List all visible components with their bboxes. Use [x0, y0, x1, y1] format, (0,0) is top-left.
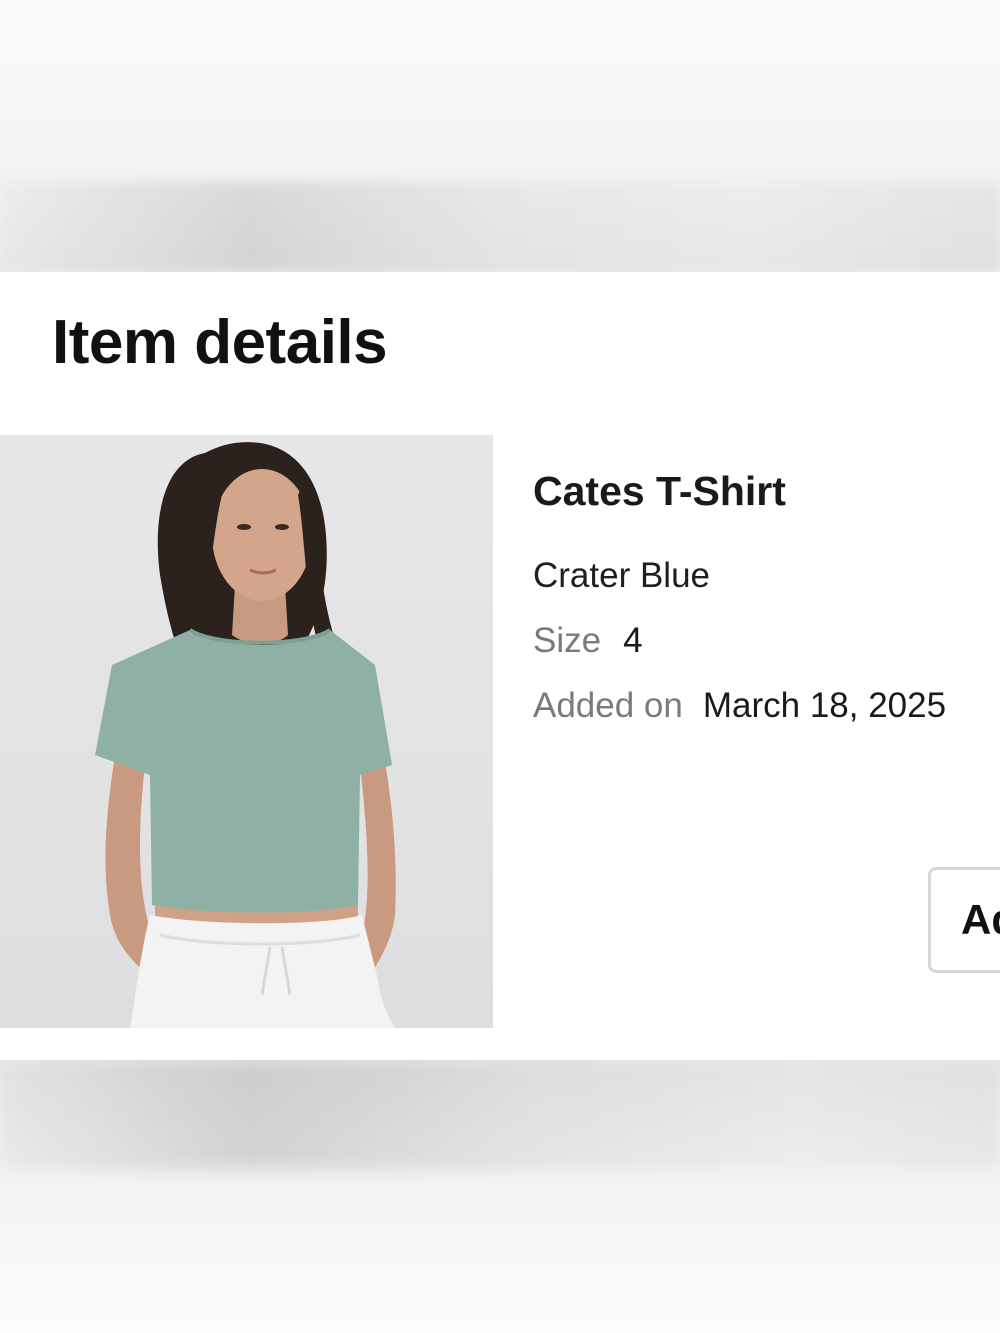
product-name[interactable]: Cates T-Shirt [533, 467, 786, 515]
product-photo-illustration [95, 442, 396, 1028]
add-button[interactable]: Ad [928, 867, 1000, 973]
blurred-backdrop-top [0, 0, 1000, 272]
size-label: Size [533, 621, 602, 660]
size-value: 4 [623, 621, 643, 660]
product-color: Crater Blue [533, 556, 711, 595]
added-on-row: Added on March 18, 2025 [533, 685, 946, 727]
size-row: Size 4 [533, 620, 643, 662]
product-image[interactable] [0, 435, 493, 1028]
item-details-sheet: Item details Cates T-Shirt Crater Blue S… [0, 272, 1000, 1060]
blurred-backdrop-bottom [0, 1060, 1000, 1333]
sheet-title: Item details [52, 308, 388, 377]
added-on-value: March 18, 2025 [702, 686, 947, 725]
added-on-label: Added on [533, 686, 683, 725]
